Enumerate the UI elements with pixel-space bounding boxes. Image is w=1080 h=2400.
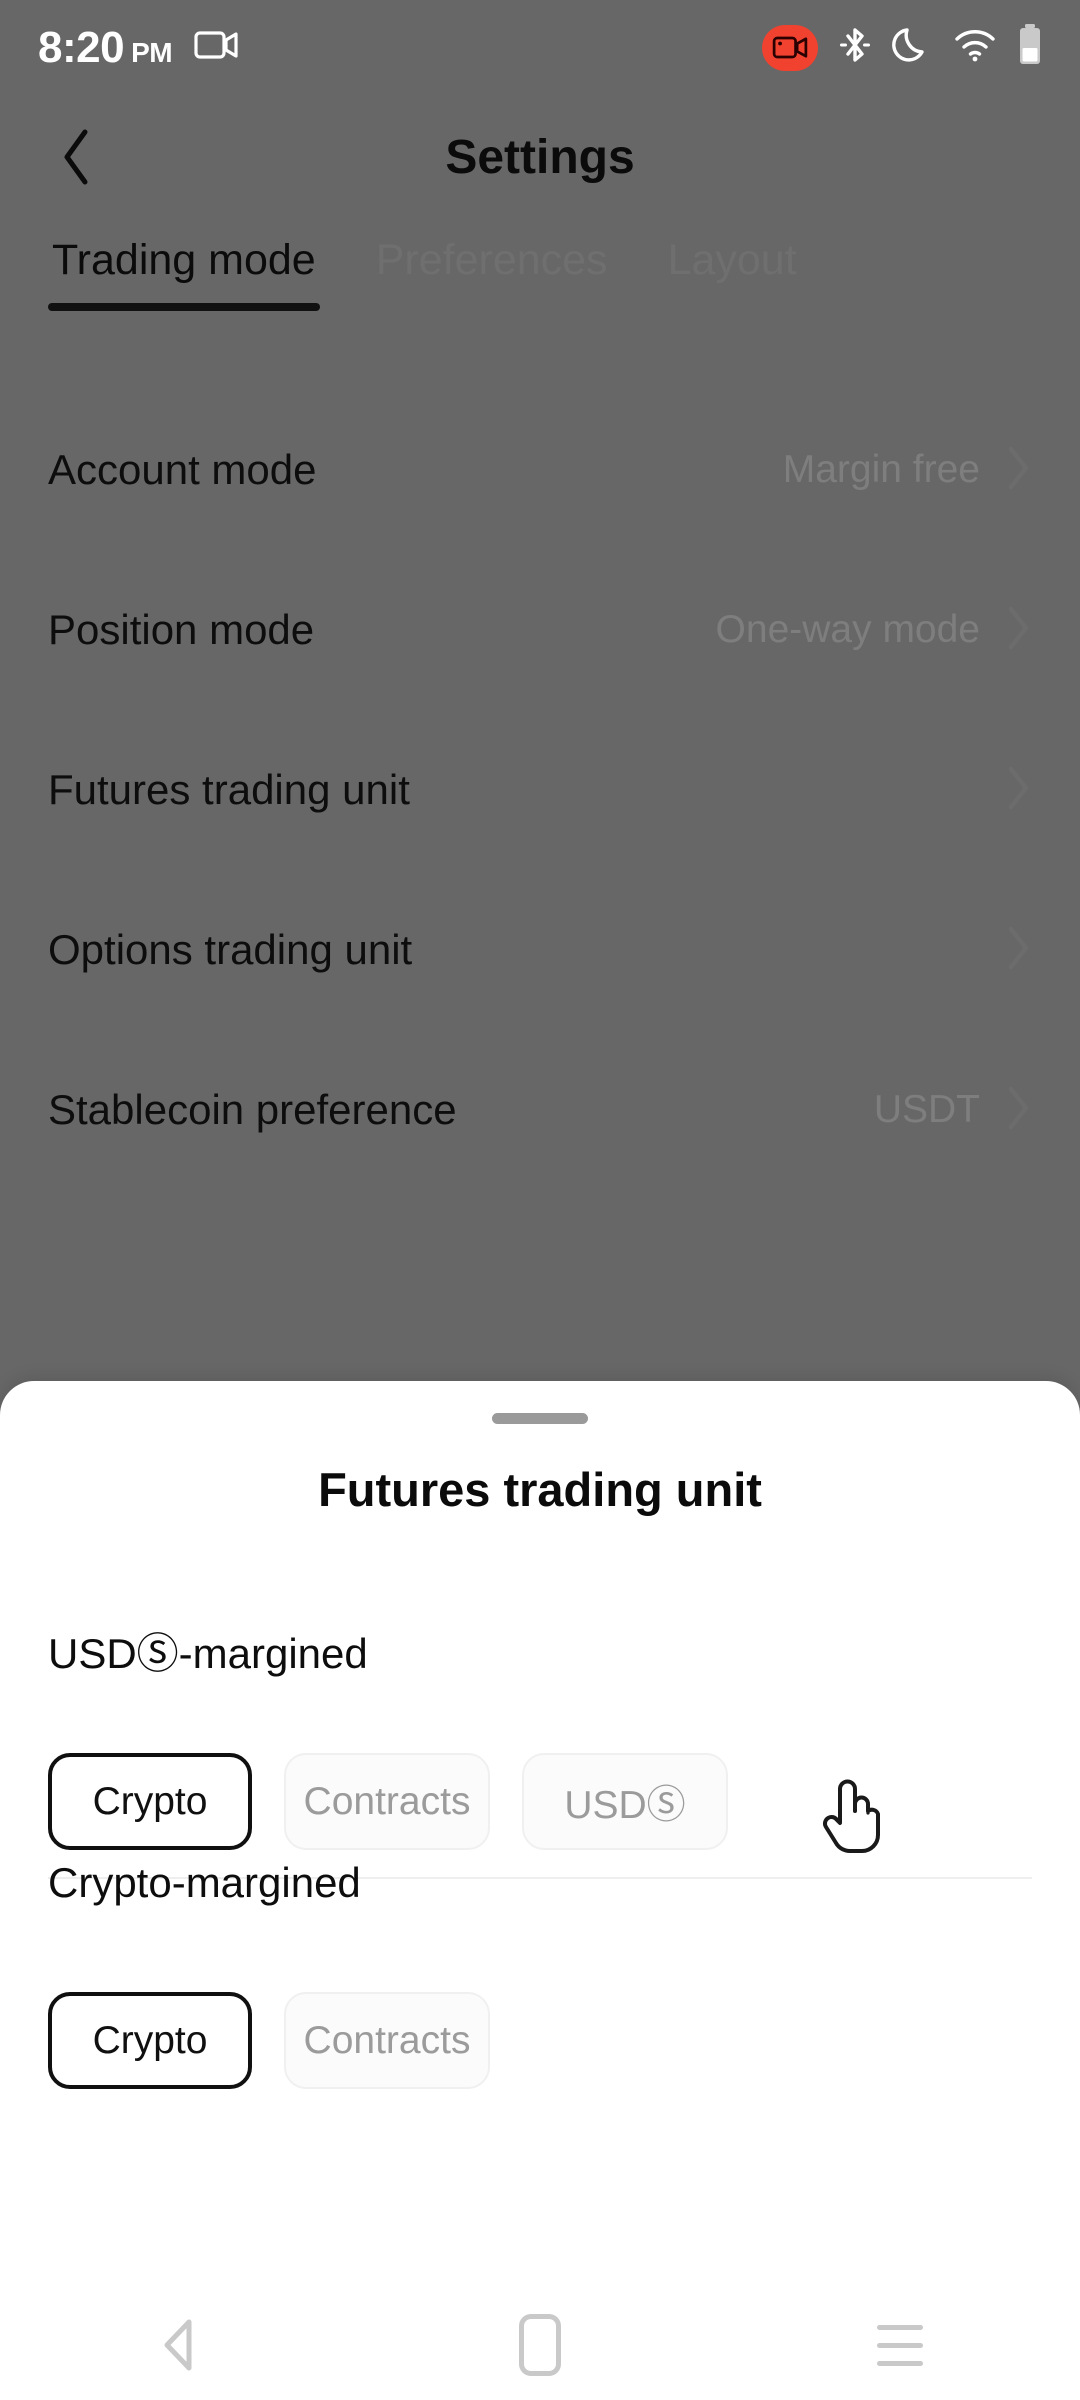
clock-ampm: PM — [131, 36, 173, 68]
option-usd-margined-crypto[interactable]: Crypto — [48, 1753, 252, 1850]
bluetooth-icon — [839, 25, 871, 70]
settings-row-right: One-way mode — [716, 605, 1032, 656]
screen-record-icon — [194, 28, 238, 67]
settings-row-account-mode[interactable]: Account mode Margin free — [0, 390, 1080, 550]
section-label-usd-margined: USDⓈ-margined — [48, 1630, 368, 1677]
settings-row-label: Position mode — [48, 606, 315, 653]
option-usd-margined-contracts[interactable]: Contracts — [284, 1753, 490, 1850]
recents-lines-icon — [877, 2324, 923, 2366]
pointing-hand-cursor — [820, 1773, 882, 1864]
settings-row-position-mode[interactable]: Position mode One-way mode — [0, 550, 1080, 710]
settings-row-value: Margin free — [782, 448, 980, 491]
settings-row-value: One-way mode — [715, 608, 980, 651]
tab-trading-mode[interactable]: Trading mode — [48, 236, 320, 311]
chevron-right-icon — [1006, 445, 1032, 496]
sheet-title: Futures trading unit — [318, 1463, 762, 1516]
settings-row-right: Margin free — [783, 445, 1032, 496]
settings-row-right — [980, 765, 1032, 816]
chevron-right-icon — [1006, 1085, 1032, 1136]
status-bar-right — [762, 24, 1042, 71]
screen-record-badge-icon — [762, 24, 818, 71]
option-usd-margined-usd[interactable]: USDⓈ — [522, 1753, 728, 1850]
option-crypto-margined-crypto[interactable]: Crypto — [48, 1992, 252, 2089]
nav-recents-button[interactable] — [840, 2300, 960, 2390]
do-not-disturb-moon-icon — [892, 25, 932, 70]
settings-list: Account mode Margin free Position mode O… — [0, 390, 1080, 1190]
tab-preferences[interactable]: Preferences — [372, 236, 612, 311]
battery-icon — [1018, 24, 1042, 71]
page-title: Settings — [445, 131, 635, 184]
home-square-icon — [519, 2314, 561, 2376]
chevron-right-icon — [1006, 925, 1032, 976]
clock-time: 8:20 — [38, 22, 125, 72]
settings-row-label: Futures trading unit — [48, 766, 410, 813]
status-bar: 8:20 PM — [0, 0, 1080, 95]
status-bar-left: 8:20 PM — [38, 22, 238, 72]
crypto-margined-option-group: Crypto Contracts — [48, 1992, 490, 2089]
android-nav-bar — [0, 2290, 1080, 2400]
settings-row-options-trading-unit[interactable]: Options trading unit — [0, 870, 1080, 1030]
settings-row-label: Options trading unit — [48, 926, 413, 973]
nav-home-button[interactable] — [480, 2300, 600, 2390]
settings-row-label: Account mode — [48, 446, 317, 493]
phone-screen: 8:20 PM Settings Trading mode Preference… — [0, 0, 1080, 2400]
settings-row-right — [980, 925, 1032, 976]
usd-margined-option-group: Crypto Contracts USDⓈ — [48, 1753, 728, 1850]
chevron-right-icon — [1006, 765, 1032, 816]
wifi-icon — [953, 27, 997, 68]
sheet-drag-handle[interactable] — [492, 1413, 588, 1424]
chevron-right-icon — [1006, 605, 1032, 656]
option-crypto-margined-contracts[interactable]: Contracts — [284, 1992, 490, 2089]
settings-row-futures-trading-unit[interactable]: Futures trading unit — [0, 710, 1080, 870]
settings-row-value: USDT — [873, 1088, 980, 1131]
settings-row-stablecoin-preference[interactable]: Stablecoin preference USDT — [0, 1030, 1080, 1190]
settings-row-label: Stablecoin preference — [48, 1086, 457, 1133]
status-bar-clock: 8:20 PM — [38, 22, 173, 72]
settings-row-right: USDT — [874, 1085, 1032, 1136]
nav-back-button[interactable] — [120, 2300, 240, 2390]
settings-tabs: Trading mode Preferences Layout — [0, 236, 1080, 346]
tab-layout[interactable]: Layout — [664, 236, 801, 311]
section-label-crypto-margined: Crypto-margined — [48, 1859, 361, 1906]
app-bar: Settings — [0, 95, 1080, 220]
